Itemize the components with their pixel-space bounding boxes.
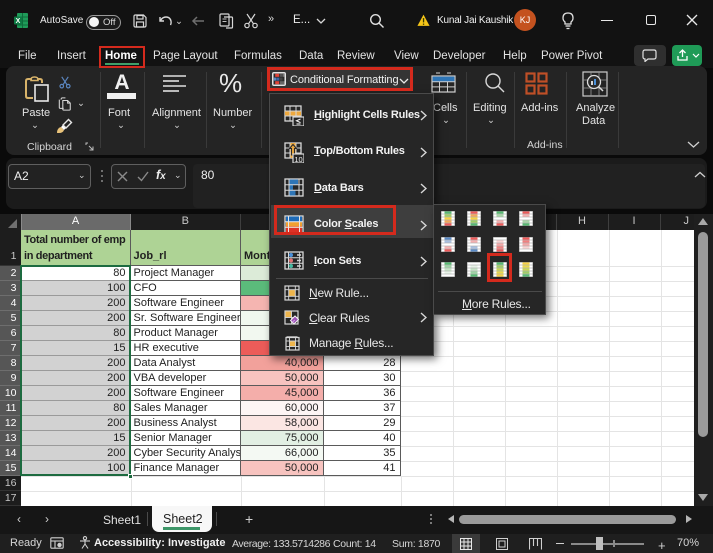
svg-text:10: 10	[294, 154, 302, 162]
svg-text:X: X	[16, 18, 21, 25]
